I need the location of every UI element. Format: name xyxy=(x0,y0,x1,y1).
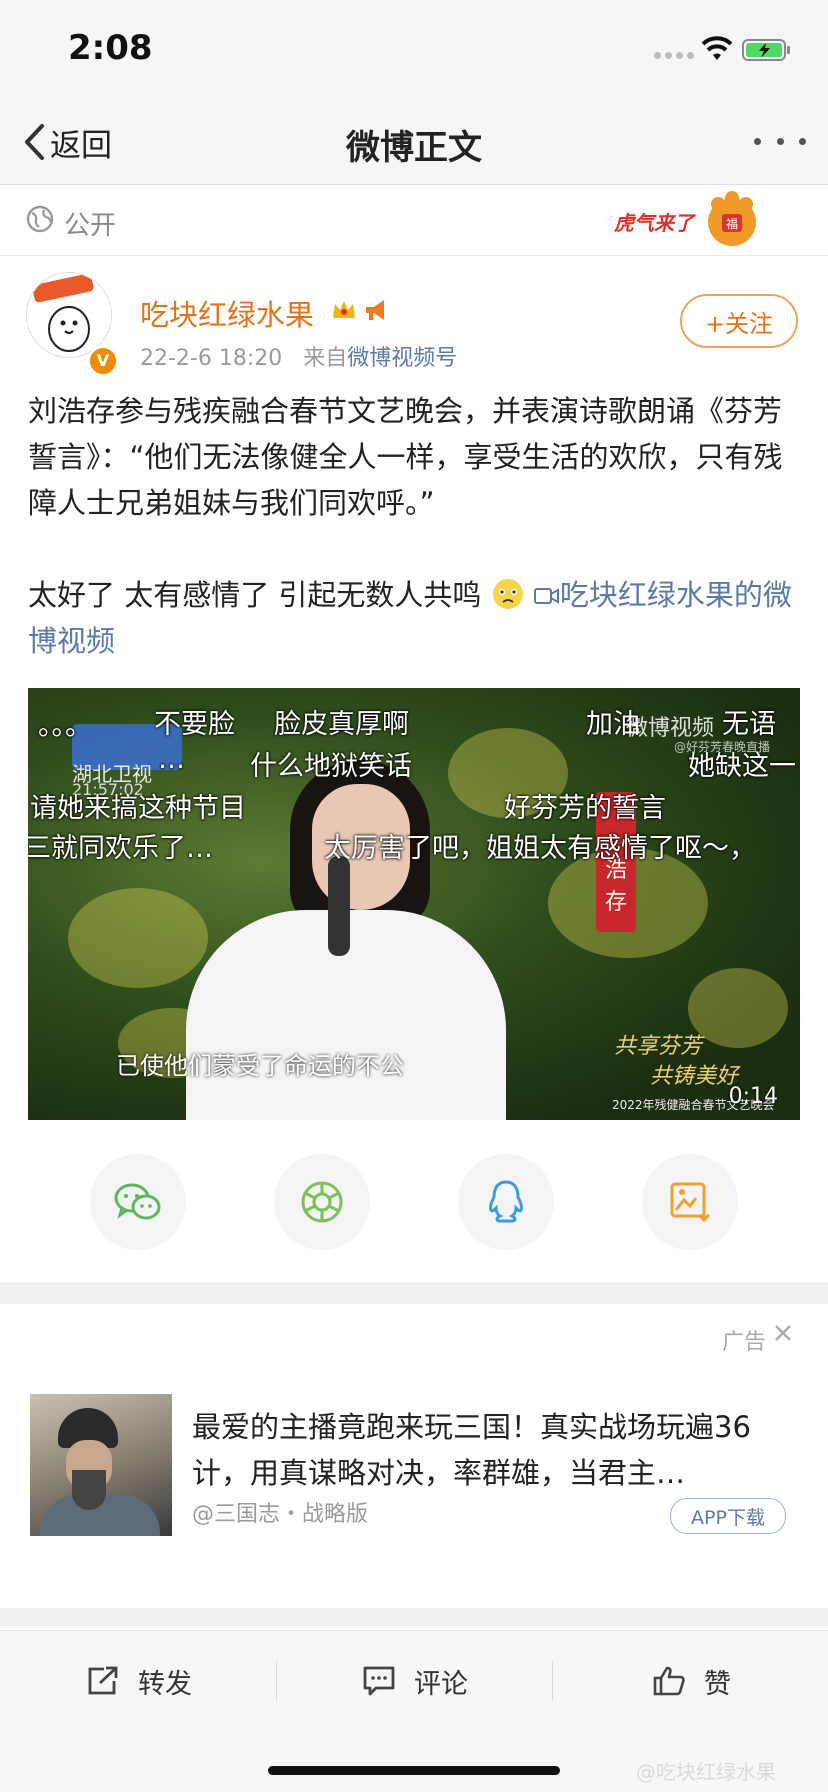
source-prefix: 来自 xyxy=(303,346,348,371)
avatar-image xyxy=(27,273,111,357)
comment-icon xyxy=(363,1666,395,1696)
verified-badge: V xyxy=(88,346,118,376)
ad-title[interactable]: 最爱的主播竟跑来玩三国！真实战场玩遍36计，用真谋略对决，率群雄，当君主… xyxy=(192,1404,796,1496)
save-image-button[interactable] xyxy=(642,1154,738,1250)
username[interactable]: 吃块红绿水果 xyxy=(140,292,314,334)
danmaku-comment: 不要脸 xyxy=(154,709,235,740)
section-divider xyxy=(0,1608,828,1628)
repost-label: 转发 xyxy=(138,1668,192,1700)
weibo-detail-page: 2:08 返回 微博正文 公开 虎气来了 福 V 吃块红绿水果 22-2-6 1… xyxy=(0,0,828,1792)
wechat-icon xyxy=(114,1183,161,1220)
video-camera-icon xyxy=(533,588,559,604)
status-bar: 2:08 xyxy=(0,0,828,100)
globe-icon xyxy=(26,205,54,233)
app-download-button[interactable]: APP下载 xyxy=(670,1498,786,1534)
wifi-icon xyxy=(701,36,733,60)
video-watermark-sub: @好芬芳春晚直播 xyxy=(674,740,771,754)
repost-icon xyxy=(88,1666,118,1695)
ad-thumbnail[interactable] xyxy=(30,1394,172,1536)
save-image-icon xyxy=(670,1182,711,1223)
post-source[interactable]: 微博视频号 xyxy=(347,346,457,371)
post-paragraph-1: 刘浩存参与残疾融合春节文艺晚会，并表演诗歌朗诵《芬芳誓言》：“他们无法像健全人一… xyxy=(28,394,783,520)
navigation-bar: 返回 微博正文 xyxy=(0,100,828,185)
comment-label: 评论 xyxy=(414,1668,468,1700)
qq-icon xyxy=(489,1180,523,1223)
action-separator xyxy=(276,1661,277,1701)
post-time: 22-2-6 18:20 xyxy=(140,346,283,371)
cellular-signal-icon xyxy=(654,52,694,59)
repost-button[interactable]: 转发 xyxy=(86,1659,192,1703)
stage-slogan: 共享芬芳 共铸美好 xyxy=(614,1032,738,1092)
like-button[interactable]: 赞 xyxy=(652,1659,731,1703)
tiger-year-badge: 虎气来了 福 xyxy=(614,191,756,246)
stage-slogan-line-1: 共享芬芳 xyxy=(614,1034,703,1059)
close-icon[interactable] xyxy=(772,1322,794,1344)
home-indicator[interactable] xyxy=(268,1766,560,1775)
like-label: 赞 xyxy=(704,1668,731,1700)
post-paragraph-2: 太好了 太有感情了 引起无数人共鸣 吃块红绿水果的微博视频 xyxy=(28,572,808,664)
danmaku-comment: 。。。 xyxy=(38,711,92,742)
danmaku-comment: 好芬芳的誓言 xyxy=(504,793,666,824)
page-title: 微博正文 xyxy=(346,128,482,168)
video-subtitle: 已使他们蒙受了命运的不公 xyxy=(116,1052,404,1080)
megaphone-badge-icon xyxy=(366,300,384,320)
sad-emoji-icon xyxy=(492,579,523,609)
thumbs-up-icon xyxy=(653,1666,685,1696)
battery-icon xyxy=(742,39,790,61)
share-qq-button[interactable] xyxy=(458,1154,554,1250)
action-separator xyxy=(552,1661,553,1701)
post-body: 刘浩存参与残疾融合春节文艺晚会，并表演诗歌朗诵《芬芳誓言》：“他们无法像健全人一… xyxy=(28,388,808,664)
image-watermark: @吃块红绿水果 xyxy=(636,1760,776,1784)
follow-button[interactable]: +关注 xyxy=(680,294,798,348)
post-meta: 22-2-6 18:20 来自微博视频号 xyxy=(140,340,457,372)
post-paragraph-2-text: 太好了 太有感情了 引起无数人共鸣 xyxy=(28,578,482,612)
visibility-label: 公开 xyxy=(64,211,117,241)
video-player[interactable]: 浩存 湖北卫视 21:57:02 。。。 不要脸 脸皮真厚啊 加油 无语 … 什… xyxy=(28,688,800,1120)
svg-text:虎气来了: 虎气来了 xyxy=(614,211,697,235)
danmaku-comment: 三就同欢乐了… xyxy=(28,833,213,864)
share-wechat-button[interactable] xyxy=(90,1154,186,1250)
section-divider xyxy=(0,1282,828,1304)
svg-text:福: 福 xyxy=(726,216,738,231)
comment-button[interactable]: 评论 xyxy=(362,1659,468,1703)
share-moments-button[interactable] xyxy=(274,1154,370,1250)
moments-icon xyxy=(301,1181,343,1223)
microphone xyxy=(328,856,350,956)
stage-slogan-line-2: 共铸美好 xyxy=(650,1064,739,1089)
danmaku-comment: 太厉害了吧，姐姐太有感情了呕～， xyxy=(324,833,756,864)
danmaku-comment: 请她来搞这种节目 xyxy=(30,793,246,824)
crown-badge-icon xyxy=(333,301,355,318)
status-time: 2:08 xyxy=(68,28,153,68)
danmaku-comment: … xyxy=(158,744,185,775)
user-badges xyxy=(330,296,390,324)
avatar[interactable] xyxy=(26,272,112,358)
ad-label: 广告 xyxy=(722,1330,767,1355)
danmaku-comment: 什么地狱笑话 xyxy=(250,751,412,782)
danmaku-comment: 无语 xyxy=(722,709,776,740)
video-duration: 0:14 xyxy=(728,1084,778,1109)
ad-source: @三国志・战略版 xyxy=(192,1502,369,1527)
danmaku-comment: 脸皮真厚啊 xyxy=(274,709,409,740)
more-options-button[interactable] xyxy=(754,126,806,156)
